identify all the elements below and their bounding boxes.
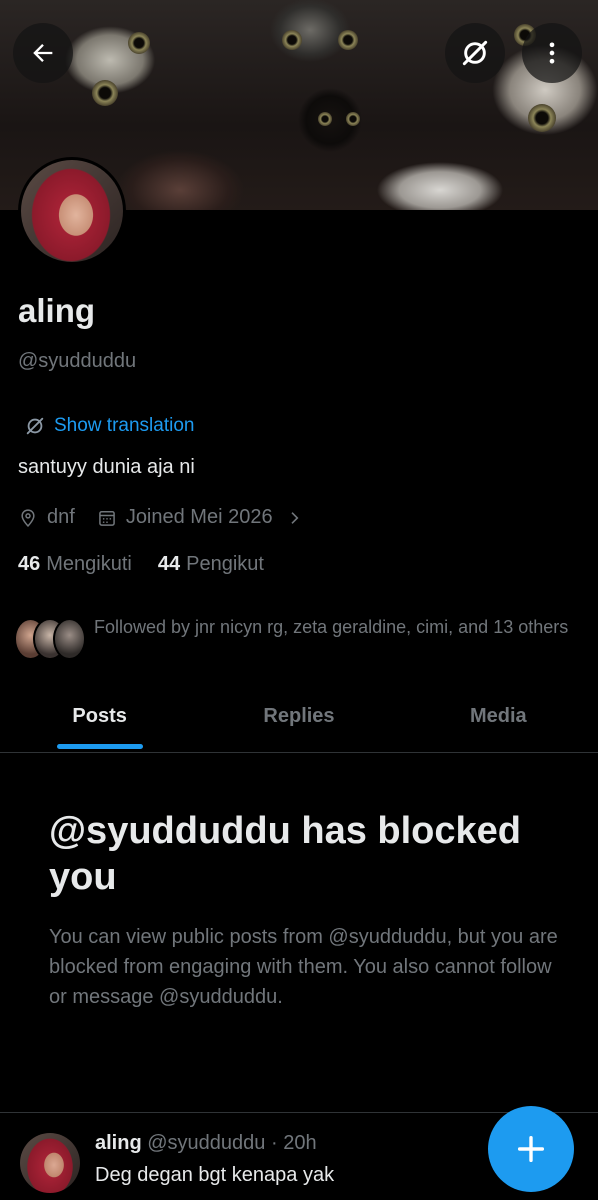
- avatar-image: [21, 160, 123, 262]
- tab-posts[interactable]: Posts: [0, 690, 199, 752]
- calendar-icon: [98, 510, 115, 526]
- banner-cat-eye: [346, 112, 360, 126]
- tab-label: Media: [469, 705, 527, 727]
- post-avatar[interactable]: [20, 1133, 80, 1193]
- tab-replies[interactable]: Replies: [199, 690, 398, 752]
- followed-by-text: Followed by jnr nicyn rg, zeta geraldine…: [94, 617, 569, 637]
- banner-cat-eye: [128, 32, 150, 54]
- post-separator: ·: [270, 1132, 278, 1154]
- followers-label: Pengikut: [186, 553, 264, 575]
- plus-icon: [517, 1135, 545, 1163]
- profile-location: dnf: [18, 506, 75, 529]
- post-text[interactable]: Deg degan bgt kenapa yak: [95, 1164, 334, 1187]
- avatar: [52, 618, 86, 660]
- location-text: dnf: [47, 506, 75, 528]
- profile-bio: santuyy dunia aja ni: [18, 456, 195, 478]
- post-header: aling @syudduddu · 20h: [95, 1132, 317, 1155]
- profile-avatar[interactable]: [18, 157, 126, 265]
- tab-label: Posts: [72, 705, 127, 727]
- more-vertical-icon: [549, 42, 555, 64]
- translate-profile-button[interactable]: [445, 23, 505, 83]
- tab-label: Replies: [263, 705, 335, 727]
- following-link[interactable]: 46 Mengikuti: [18, 553, 132, 576]
- location-pin-icon: [21, 508, 35, 527]
- banner-cat-eye: [318, 112, 332, 126]
- profile-meta: dnf Joined Mei 2026: [18, 506, 324, 529]
- following-count: 46: [18, 553, 41, 575]
- followed-by-row[interactable]: Followed by jnr nicyn rg, zeta geraldine…: [14, 614, 574, 660]
- blocked-title: @syudduddu has blocked you: [49, 810, 521, 898]
- profile-joined[interactable]: Joined Mei 2026: [97, 506, 302, 529]
- banner-cat-eye: [338, 30, 358, 50]
- banner-cat-eye: [282, 30, 302, 50]
- back-button[interactable]: [13, 23, 73, 83]
- post-time: 20h: [283, 1132, 317, 1154]
- grok-translate-icon: [26, 417, 44, 435]
- followers-count: 44: [157, 553, 181, 575]
- show-translation-link[interactable]: Show translation: [24, 415, 194, 437]
- follow-stats: 46 Mengikuti 44 Pengikut: [18, 553, 290, 576]
- tab-media[interactable]: Media: [399, 690, 598, 752]
- compose-post-button[interactable]: [488, 1106, 574, 1192]
- more-options-button[interactable]: [522, 23, 582, 83]
- following-label: Mengikuti: [46, 553, 132, 575]
- profile-name: aling: [18, 292, 96, 329]
- banner-cat-eye: [92, 80, 118, 106]
- post-author-name[interactable]: aling: [95, 1132, 142, 1154]
- chevron-right-icon: [291, 511, 299, 524]
- grok-translate-icon: [462, 40, 488, 66]
- arrow-left-icon: [33, 44, 53, 62]
- followers-link[interactable]: 44 Pengikut: [158, 553, 264, 576]
- followed-by-avatars: [14, 618, 86, 660]
- active-tab-indicator: [57, 744, 143, 749]
- blocked-body: You can view public posts from @syuddudd…: [49, 926, 558, 1008]
- show-translation-label: Show translation: [54, 415, 195, 436]
- post-author-handle: @syudduddu: [147, 1132, 266, 1154]
- profile-handle: @syudduddu: [18, 350, 137, 372]
- banner-cat-eye: [528, 104, 556, 132]
- profile-tabs: Posts Replies Media: [0, 690, 598, 753]
- joined-text: Joined Mei 2026: [125, 506, 273, 528]
